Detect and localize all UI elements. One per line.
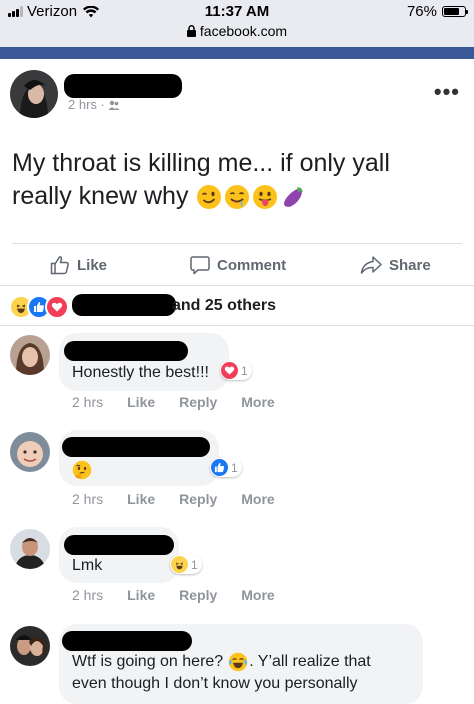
comment-label: Comment: [217, 256, 287, 274]
redacted-commenter-name: [64, 341, 188, 361]
like-label: Like: [77, 256, 108, 274]
like-button[interactable]: Like: [50, 255, 107, 275]
share-label: Share: [389, 256, 431, 274]
comment-more-button[interactable]: More: [241, 587, 274, 603]
author-photo: [10, 70, 58, 118]
redacted-author-name: [64, 74, 182, 98]
haha-reaction-icon: [171, 556, 188, 573]
commenter-avatar[interactable]: [10, 432, 50, 472]
redacted-reactor-names: [72, 294, 176, 316]
commenter-photo: [10, 529, 50, 569]
post-more-options-button[interactable]: •••: [434, 79, 460, 105]
comment-reply-button[interactable]: Reply: [179, 587, 217, 603]
commenter-avatar[interactable]: [10, 529, 50, 569]
love-reaction-icon: [45, 295, 69, 319]
redacted-commenter-name: [64, 535, 174, 555]
post-text-line-1: My throat is killing me... if only yall: [12, 149, 390, 177]
comment-reply-button[interactable]: Reply: [179, 491, 217, 507]
face-with-tears-of-joy-icon: [228, 652, 248, 672]
commenter-avatar[interactable]: [10, 626, 50, 666]
redacted-commenter-name: [62, 631, 192, 651]
share-button[interactable]: Share: [360, 255, 431, 275]
facebook-header-strip: [0, 47, 474, 59]
comment-text-line-1: Wtf is going on here? . Y’all realize th…: [72, 651, 371, 673]
comment-time: 2 hrs: [72, 491, 104, 507]
reaction-count: 1: [191, 557, 198, 572]
post-divider-bottom: [0, 285, 474, 286]
comment-reaction-badge[interactable]: 1: [170, 555, 202, 574]
commenter-avatar[interactable]: [10, 335, 50, 375]
post-text-line-2-text: really knew why: [12, 182, 189, 210]
status-right: 76%: [406, 3, 468, 20]
comments-divider: [0, 325, 474, 326]
eggplant-icon: [284, 186, 304, 207]
comment-actions: 2 hrs Like Reply More: [72, 587, 299, 603]
comment-time: 2 hrs: [72, 587, 104, 603]
thumbs-up-icon: [50, 256, 69, 275]
reaction-count: 1: [231, 460, 238, 475]
love-reaction-icon: [221, 362, 238, 379]
comment-actions: 2 hrs Like Reply More: [72, 491, 299, 507]
reaction-icons[interactable]: [9, 295, 69, 319]
comment-bubble-icon: [190, 256, 210, 275]
comment-text: Honestly the best!!!: [72, 364, 209, 381]
commenter-photo: [10, 335, 50, 375]
page-url: facebook.com: [199, 23, 288, 39]
comment-actions: 2 hrs Like Reply More: [72, 394, 299, 410]
post-body: My throat is killing me... if only yall …: [12, 147, 452, 213]
commenter-photo: [10, 626, 50, 666]
thinking-face-icon: [72, 460, 92, 480]
reaction-summary[interactable]: and 25 others: [172, 297, 276, 315]
reaction-count: 1: [241, 363, 248, 378]
share-arrow-icon: [360, 256, 382, 274]
post-text-line-2: really knew why: [12, 180, 452, 213]
comment-text-part: Wtf is going on here?: [72, 653, 224, 670]
post-timestamp: 2 hrs ·: [68, 97, 120, 112]
comment-reaction-badge[interactable]: 1: [210, 458, 242, 477]
status-bar: Verizon 11:37 AM facebook.com 76%: [0, 0, 474, 47]
commenter-photo: [10, 432, 50, 472]
lock-icon: [186, 25, 196, 37]
comment-like-button[interactable]: Like: [127, 587, 155, 603]
post-divider-top: [12, 243, 462, 244]
battery-icon: [442, 6, 468, 17]
battery-percent: 76%: [406, 3, 437, 20]
comment-reaction-badge[interactable]: 1: [220, 361, 252, 380]
like-reaction-icon: [211, 459, 228, 476]
comment-text: Lmk: [72, 557, 103, 574]
friends-audience-icon: [108, 100, 120, 110]
comment-like-button[interactable]: Like: [127, 491, 155, 507]
drooling-face-icon: [225, 184, 250, 209]
comment-more-button[interactable]: More: [241, 394, 274, 410]
comment-like-button[interactable]: Like: [127, 394, 155, 410]
comment-button[interactable]: Comment: [190, 255, 286, 275]
comment-time: 2 hrs: [72, 394, 104, 410]
comment-reply-button[interactable]: Reply: [179, 394, 217, 410]
author-avatar[interactable]: [10, 70, 58, 118]
comment-more-button[interactable]: More: [241, 491, 274, 507]
comment-text-part: . Y’all realize that: [249, 653, 371, 670]
clock: 11:37 AM: [204, 3, 270, 20]
face-with-tongue-icon: [253, 184, 278, 209]
redacted-commenter-name: [62, 437, 210, 457]
address-bar[interactable]: facebook.com: [0, 23, 474, 39]
winking-face-icon: [197, 184, 222, 209]
